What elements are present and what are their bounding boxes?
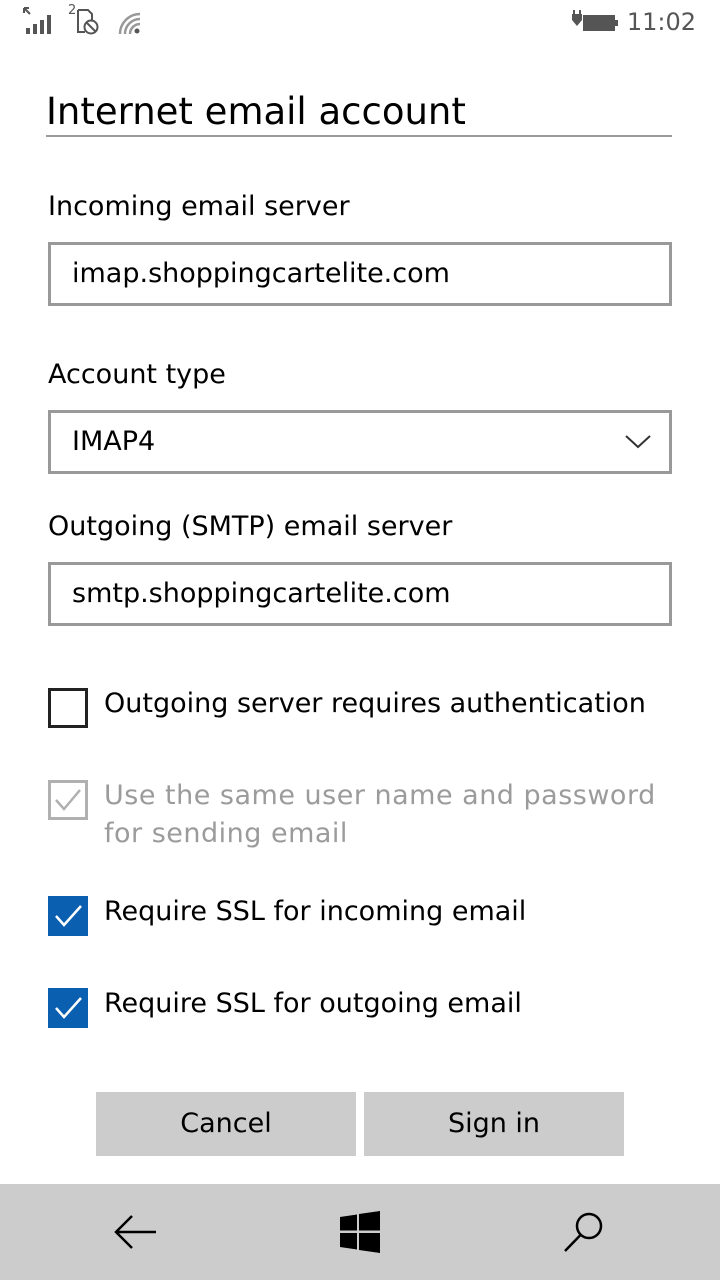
- back-arrow-icon[interactable]: [112, 1208, 160, 1256]
- ssl-outgoing-label: Require SSL for outgoing email: [104, 988, 522, 1019]
- battery-charging-icon: [572, 10, 618, 31]
- account-type-dropdown[interactable]: IMAP4: [48, 410, 672, 474]
- navigation-bar: [0, 1184, 720, 1280]
- checkmark-icon: [55, 905, 82, 927]
- title-divider: [46, 135, 672, 137]
- same-credentials-label: Use the same user name and password for …: [104, 780, 656, 849]
- incoming-server-label: Incoming email server: [48, 191, 350, 222]
- chevron-down-icon: [625, 435, 651, 449]
- outgoing-server-label: Outgoing (SMTP) email server: [48, 511, 453, 542]
- wifi-icon: [118, 12, 141, 35]
- sign-in-button[interactable]: Sign in: [364, 1092, 624, 1156]
- account-type-selected: IMAP4: [72, 426, 156, 457]
- outgoing-server-input[interactable]: smtp.shoppingcartelite.com: [48, 562, 672, 626]
- status-bar: 2 11:02: [0, 0, 720, 50]
- signal-icon: [23, 7, 51, 34]
- status-time: 11:02: [626, 8, 696, 36]
- ssl-outgoing-checkbox[interactable]: [48, 988, 88, 1028]
- windows-start-icon[interactable]: [336, 1208, 384, 1256]
- cancel-button[interactable]: Cancel: [96, 1092, 356, 1156]
- checkmark-icon: [55, 997, 82, 1019]
- search-icon[interactable]: [560, 1208, 608, 1256]
- same-credentials-checkbox: [48, 780, 88, 820]
- incoming-server-value: imap.shoppingcartelite.com: [72, 258, 450, 289]
- ssl-incoming-checkbox[interactable]: [48, 896, 88, 936]
- account-type-label: Account type: [48, 359, 226, 390]
- page-title: Internet email account: [46, 90, 466, 133]
- outgoing-server-value: smtp.shoppingcartelite.com: [72, 578, 451, 609]
- checkmark-icon: [55, 789, 81, 811]
- ssl-incoming-label: Require SSL for incoming email: [104, 896, 527, 927]
- incoming-server-input[interactable]: imap.shoppingcartelite.com: [48, 242, 672, 306]
- sim-blocked-icon: [77, 9, 99, 35]
- auth-checkbox-label: Outgoing server requires authentication: [104, 688, 646, 719]
- auth-checkbox[interactable]: [48, 688, 88, 728]
